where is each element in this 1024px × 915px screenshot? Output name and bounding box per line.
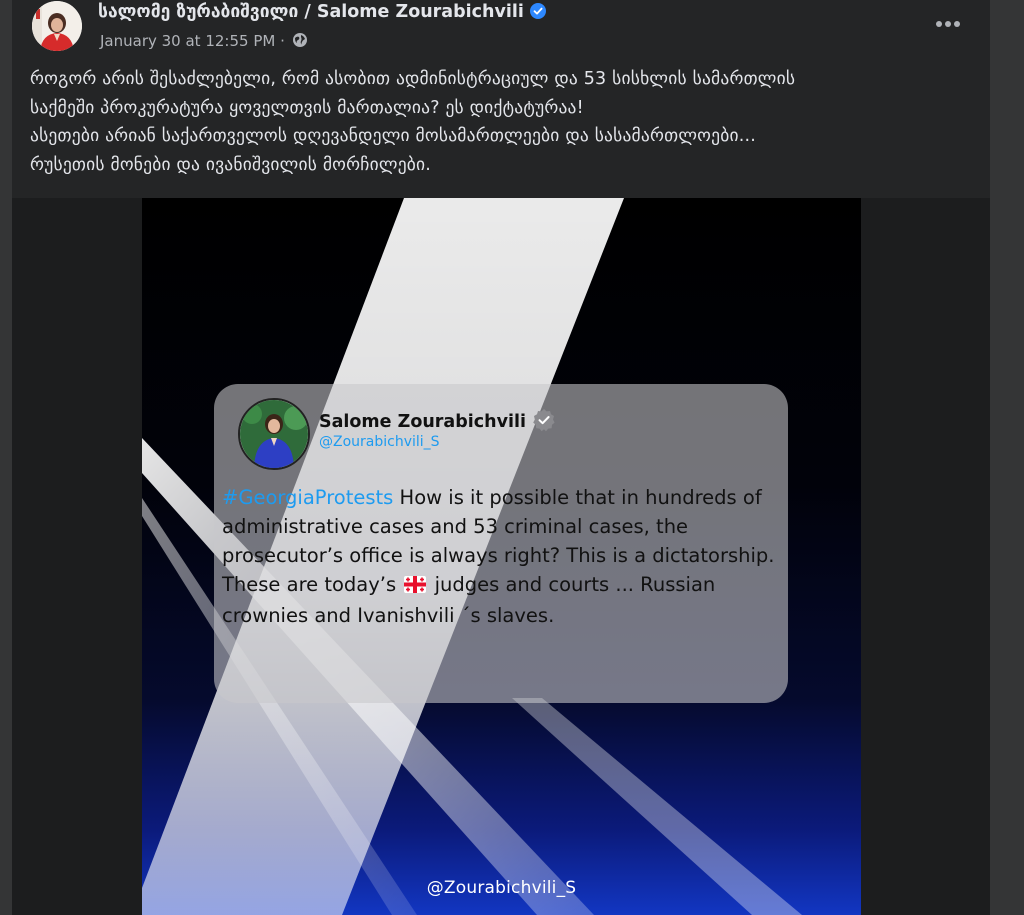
caption-line: როგორ არის შესაძლებელი, რომ ასობით ადმინ… [30,69,796,89]
more-horizontal-icon [935,13,961,32]
author-avatar[interactable] [32,1,82,51]
post-meta: January 30 at 12:55 PM · [100,32,308,52]
author-name-text[interactable]: სალომე ზურაბიშვილი / Salome Zourabichvil… [98,2,524,22]
caption-line: საქმეში პროკურატურა ყოველთვის მართალია? … [30,97,584,118]
tweet-avatar [238,398,310,470]
tweet-text: #GeorgiaProtests How is it possible that… [222,483,782,630]
globe-icon[interactable] [292,32,308,52]
facebook-post: სალომე ზურაბიშვილი / Salome Zourabichvil… [12,0,990,915]
tweet-author-name-text: Salome Zourabichvili [319,412,527,432]
post-image[interactable]: Salome Zourabichvili @Zourabichvili_S #G… [142,198,861,915]
tweet-card: Salome Zourabichvili @Zourabichvili_S #G… [214,384,788,703]
meta-separator: · [280,32,285,50]
post-caption: როგორ არის შესაძლებელი, რომ ასობით ადმინ… [30,65,980,179]
verified-badge-icon [529,3,546,19]
tweet-hashtag: #GeorgiaProtests [222,486,394,509]
more-options-button[interactable] [930,8,966,36]
post-timestamp[interactable]: January 30 at 12:55 PM [100,32,275,50]
caption-line: რუსეთის მონები და ივანიშვილის მორჩილები. [30,154,432,175]
verified-badge-icon [532,408,556,437]
post-media[interactable]: Salome Zourabichvili @Zourabichvili_S #G… [12,198,990,915]
caption-line: ასეთები არიან საქართველოს დღევანდელი მოს… [30,126,756,146]
author-name[interactable]: სალომე ზურაბიშვილი / Salome Zourabichvil… [98,2,546,22]
tweet-handle: @Zourabichvili_S [319,434,440,450]
georgia-flag-icon [404,572,427,601]
post-header: სალომე ზურაბიშვილი / Salome Zourabichvil… [12,0,990,62]
tweet-author-name: Salome Zourabichvili [319,408,556,437]
tweet-text-part2-pre: These are today’s [222,573,397,596]
image-watermark: @Zourabichvili_S [426,878,577,898]
